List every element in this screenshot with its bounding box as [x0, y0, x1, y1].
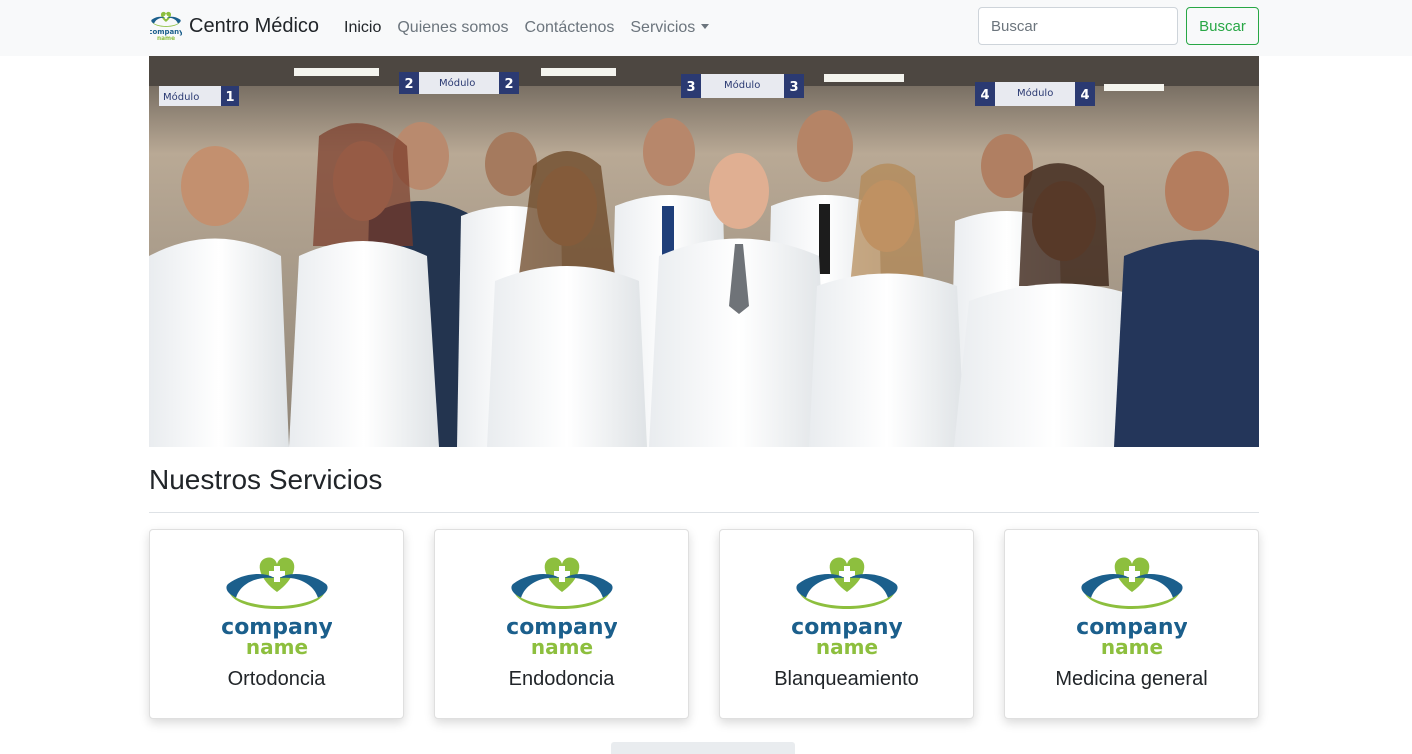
- section-divider: [149, 512, 1259, 513]
- company-logo-icon: company name: [792, 557, 902, 658]
- service-card-endodoncia[interactable]: company name Endodoncia: [434, 529, 689, 719]
- card-logo-line2: name: [816, 635, 878, 658]
- brand-link[interactable]: company name Centro Médico: [150, 8, 319, 44]
- brand-logo-line2: name: [157, 36, 175, 42]
- module-sign-3-label: Módulo: [724, 79, 760, 91]
- module-sign-2-number-left: 2: [404, 77, 413, 92]
- company-logo-icon: company name: [222, 557, 332, 658]
- module-sign-1-number: 1: [225, 90, 234, 105]
- module-sign-1: Módulo 1: [159, 86, 239, 106]
- module-sign-3: 3 Módulo 3: [681, 74, 804, 98]
- company-logo-icon: company name: [150, 11, 182, 42]
- service-card-title[interactable]: Medicina general: [1005, 668, 1258, 691]
- navbar: company name Centro Médico Inicio Quiene…: [0, 0, 1412, 56]
- service-card-ortodoncia[interactable]: company name Ortodoncia: [149, 529, 404, 719]
- section-title: Nuestros Servicios: [149, 464, 383, 495]
- service-cards: company name Ortodoncia company name End…: [149, 529, 1259, 719]
- service-card-medicina-general[interactable]: company name Medicina general: [1004, 529, 1259, 719]
- company-logo-icon: company name: [1077, 557, 1187, 658]
- service-card-title[interactable]: Blanqueamiento: [720, 668, 973, 691]
- search-button[interactable]: Buscar: [1186, 7, 1259, 45]
- brand-text[interactable]: Centro Médico: [189, 15, 319, 38]
- module-sign-4-number-left: 4: [980, 88, 989, 103]
- nav-links: Inicio Quienes somos Contáctenos Servici…: [344, 0, 725, 56]
- card-logo-line2: name: [246, 635, 308, 658]
- nav-link-inicio[interactable]: Inicio: [344, 19, 381, 37]
- module-sign-4-number: 4: [1080, 88, 1089, 103]
- module-sign-2: 2 Módulo 2: [399, 72, 519, 94]
- brand-logo-line1: company: [150, 28, 182, 36]
- module-sign-4: 4 Módulo 4: [975, 82, 1095, 106]
- caret-down-icon: [701, 24, 710, 29]
- module-sign-2-number: 2: [504, 77, 513, 92]
- company-logo-icon: company name: [507, 557, 617, 658]
- card-logo-line2: name: [1101, 635, 1163, 658]
- card-logo-line2: name: [531, 635, 593, 658]
- hero-image: Módulo 1 2 Módulo 2 3 Módulo 3 4 Módulo: [149, 56, 1259, 447]
- hero-team-photo: Módulo 1 2 Módulo 2 3 Módulo 3 4 Módulo: [149, 56, 1259, 447]
- module-sign-3-number-left: 3: [686, 80, 695, 95]
- nav-link-servicios-label: Servicios: [630, 19, 696, 36]
- module-sign-3-number: 3: [789, 80, 798, 95]
- service-card-blanqueamiento[interactable]: company name Blanqueamiento: [719, 529, 974, 719]
- service-card-title[interactable]: Ortodoncia: [150, 668, 403, 691]
- nav-link-quienes-somos[interactable]: Quienes somos: [397, 19, 508, 37]
- module-sign-1-label: Módulo: [163, 91, 199, 103]
- service-card-title[interactable]: Endodoncia: [435, 668, 688, 691]
- nav-dropdown-servicios[interactable]: Servicios: [630, 19, 710, 37]
- search-input[interactable]: [978, 7, 1178, 45]
- nav-link-contactenos[interactable]: Contáctenos: [525, 19, 615, 37]
- module-sign-4-label: Módulo: [1017, 87, 1053, 99]
- module-sign-2-label: Módulo: [439, 77, 475, 89]
- bottom-partial-element: [611, 742, 795, 754]
